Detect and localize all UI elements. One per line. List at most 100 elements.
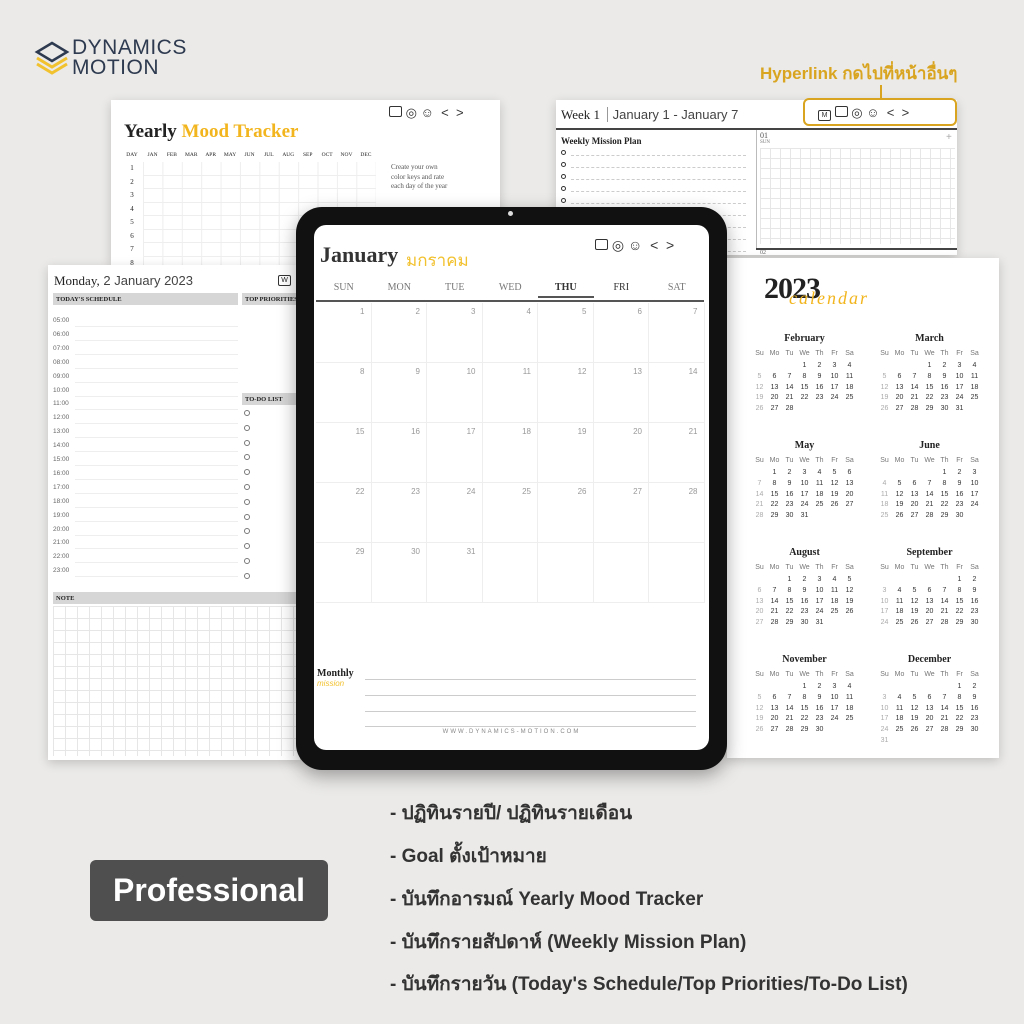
schedule-slot[interactable]: [75, 576, 238, 578]
smiley-icon[interactable]: ☺: [628, 237, 642, 253]
calendar-day[interactable]: 18: [812, 491, 827, 498]
calendar-day[interactable]: 25: [842, 715, 857, 722]
day-cell[interactable]: 12: [538, 363, 594, 423]
calendar-day[interactable]: 29: [952, 619, 967, 626]
calendar-day[interactable]: 18: [842, 705, 857, 712]
calendar-day[interactable]: 21: [937, 715, 952, 722]
day-cell[interactable]: 5: [538, 303, 594, 363]
todo-checkbox[interactable]: [244, 572, 250, 579]
calendar-day[interactable]: 20: [922, 608, 937, 615]
calendar-day[interactable]: 4: [892, 587, 907, 594]
calendar-day[interactable]: 30: [952, 512, 967, 519]
calendar-day[interactable]: 26: [877, 405, 892, 412]
calendar-day[interactable]: 28: [767, 619, 782, 626]
day-cell[interactable]: 8: [316, 363, 372, 423]
mood-row[interactable]: [143, 189, 376, 203]
calendar-day[interactable]: 2: [782, 469, 797, 476]
todo-checkbox[interactable]: [244, 410, 250, 416]
calendar-day[interactable]: 21: [767, 608, 782, 615]
calendar-day[interactable]: 8: [952, 694, 967, 701]
calendar-day[interactable]: 23: [797, 608, 812, 615]
calendar-day[interactable]: 12: [752, 705, 767, 712]
calendar-day[interactable]: 26: [842, 608, 857, 615]
calendar-day[interactable]: 16: [812, 705, 827, 712]
calendar-day[interactable]: 27: [907, 512, 922, 519]
calendar-day[interactable]: 25: [892, 726, 907, 733]
calendar-day[interactable]: 7: [782, 373, 797, 380]
calendar-day[interactable]: 25: [827, 608, 842, 615]
calendar-day[interactable]: 8: [922, 373, 937, 380]
calendar-day[interactable]: 4: [842, 683, 857, 690]
schedule-slot[interactable]: [75, 534, 238, 536]
calendar-day[interactable]: 31: [952, 405, 967, 412]
calendar-day[interactable]: 3: [967, 469, 982, 476]
calendar-day[interactable]: 20: [922, 715, 937, 722]
calendar-day[interactable]: 28: [937, 619, 952, 626]
day-cell[interactable]: 7: [649, 303, 705, 363]
calendar-day[interactable]: 16: [782, 491, 797, 498]
schedule-slot[interactable]: [75, 437, 238, 439]
calendar-day[interactable]: 2: [952, 469, 967, 476]
schedule-slot[interactable]: [75, 395, 238, 397]
todo-checkbox[interactable]: [244, 454, 250, 461]
calendar-day[interactable]: 18: [892, 715, 907, 722]
calendar-day[interactable]: 7: [907, 373, 922, 380]
calendar-day[interactable]: 16: [797, 598, 812, 605]
day-cell[interactable]: 26: [538, 483, 594, 543]
mission-line[interactable]: [365, 726, 696, 727]
calendar-day[interactable]: 13: [892, 384, 907, 391]
calendar-day[interactable]: 14: [937, 705, 952, 712]
calendar-day[interactable]: 11: [827, 587, 842, 594]
calendar-day[interactable]: 18: [967, 384, 982, 391]
calendar-day[interactable]: 10: [827, 373, 842, 380]
day-cell[interactable]: 15: [316, 423, 372, 483]
mood-row[interactable]: [143, 175, 376, 189]
calendar-day[interactable]: 26: [827, 501, 842, 508]
mission-item[interactable]: [561, 174, 746, 184]
calendar-day[interactable]: 27: [767, 726, 782, 733]
calendar-day[interactable]: 1: [952, 683, 967, 690]
calendar-day[interactable]: 24: [797, 501, 812, 508]
calendar-day[interactable]: 12: [877, 384, 892, 391]
calendar-day[interactable]: 7: [752, 480, 767, 487]
calendar-day[interactable]: 22: [937, 501, 952, 508]
todo-checkbox[interactable]: [244, 439, 250, 446]
calendar-day[interactable]: 29: [952, 726, 967, 733]
mood-row[interactable]: [143, 162, 376, 176]
day-cell[interactable]: 31: [427, 543, 483, 603]
calendar-day[interactable]: 17: [812, 598, 827, 605]
calendar-day[interactable]: 14: [937, 598, 952, 605]
day-cell[interactable]: 25: [482, 483, 538, 543]
calendar-day[interactable]: 13: [922, 705, 937, 712]
calendar-day[interactable]: 16: [937, 384, 952, 391]
calendar-day[interactable]: 4: [827, 576, 842, 583]
calendar-day[interactable]: 26: [907, 726, 922, 733]
calendar-day[interactable]: 14: [752, 491, 767, 498]
calendar-day[interactable]: 1: [767, 469, 782, 476]
calendar-day[interactable]: 5: [892, 480, 907, 487]
calendar-day[interactable]: 16: [967, 598, 982, 605]
calendar-day[interactable]: 21: [782, 394, 797, 401]
day-cell[interactable]: 20: [593, 423, 649, 483]
calendar-day[interactable]: 16: [967, 705, 982, 712]
calendar-day[interactable]: 21: [752, 501, 767, 508]
calendar-day[interactable]: 18: [892, 608, 907, 615]
calendar-day[interactable]: 4: [892, 694, 907, 701]
calendar-day[interactable]: 13: [922, 598, 937, 605]
calendar-day[interactable]: 24: [827, 715, 842, 722]
calendar-day[interactable]: 3: [877, 694, 892, 701]
day-cell[interactable]: 28: [649, 483, 705, 543]
calendar-day[interactable]: 15: [952, 705, 967, 712]
calendar-day[interactable]: 4: [967, 362, 982, 369]
website-url[interactable]: WWW.DYNAMICS-MOTION.COM: [314, 729, 709, 735]
schedule-slot[interactable]: [75, 381, 238, 383]
calendar-day[interactable]: 17: [952, 384, 967, 391]
calendar-day[interactable]: 7: [937, 694, 952, 701]
calendar-day[interactable]: 5: [877, 373, 892, 380]
calendar-day[interactable]: 1: [797, 683, 812, 690]
calendar-day[interactable]: 10: [967, 480, 982, 487]
todo-checkbox[interactable]: [244, 498, 250, 505]
schedule-slot[interactable]: [75, 339, 238, 341]
calendar-day[interactable]: 7: [937, 587, 952, 594]
calendar-day[interactable]: 4: [877, 480, 892, 487]
